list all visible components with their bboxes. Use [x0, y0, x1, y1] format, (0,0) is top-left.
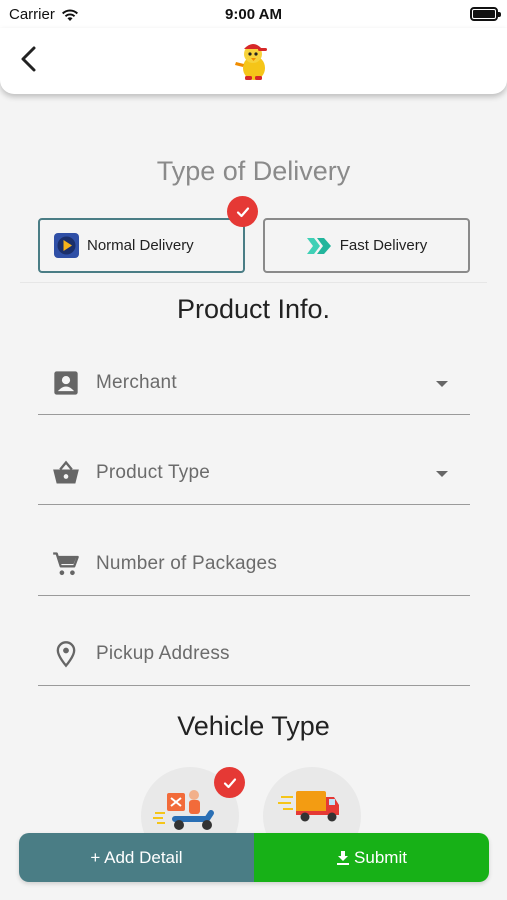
chevron-left-icon	[21, 46, 36, 72]
normal-delivery-button[interactable]: Normal Delivery	[38, 218, 245, 273]
account-box-icon	[54, 371, 78, 395]
submit-button[interactable]: Submit	[254, 833, 489, 882]
merchant-dropdown[interactable]: Merchant	[38, 345, 470, 415]
bottom-action-bar: + Add Detail Submit	[19, 833, 489, 882]
pickup-address-label: Pickup Address	[96, 643, 230, 664]
pickup-address-input[interactable]: Pickup Address	[38, 616, 470, 686]
basket-icon	[53, 460, 79, 484]
section-divider	[20, 282, 487, 283]
submit-label: Submit	[354, 847, 407, 867]
location-pin-icon	[56, 641, 76, 668]
mascot-logo-icon	[235, 44, 267, 80]
product-type-dropdown[interactable]: Product Type	[38, 435, 470, 505]
selected-check-icon	[214, 767, 245, 798]
status-bar: Carrier 9:00 AM	[0, 0, 507, 28]
fast-delivery-button[interactable]: Fast Delivery	[263, 218, 470, 273]
download-icon	[337, 850, 350, 865]
cart-icon	[53, 552, 79, 576]
packages-label: Number of Packages	[96, 553, 278, 574]
delivery-type-title: Type of Delivery	[156, 156, 351, 186]
packages-input[interactable]: Number of Packages	[38, 526, 470, 596]
add-detail-label: + Add Detail	[90, 847, 183, 867]
fast-delivery-label: Fast Delivery	[339, 237, 428, 254]
selected-check-icon	[227, 196, 258, 227]
status-time: 9:00 AM	[225, 6, 282, 23]
chevron-down-icon	[436, 381, 448, 387]
normal-delivery-label: Normal Delivery	[87, 237, 194, 254]
play-icon	[54, 233, 79, 258]
product-type-label: Product Type	[96, 462, 211, 483]
battery-icon	[470, 7, 501, 21]
app-bar	[0, 28, 507, 94]
vehicle-type-title: Vehicle Type	[177, 711, 330, 741]
add-detail-button[interactable]: + Add Detail	[19, 833, 254, 882]
double-chevron-icon	[306, 237, 331, 254]
product-info-title: Product Info.	[176, 294, 331, 324]
chevron-down-icon	[436, 471, 448, 477]
merchant-label: Merchant	[96, 372, 177, 393]
back-button[interactable]	[14, 42, 44, 76]
